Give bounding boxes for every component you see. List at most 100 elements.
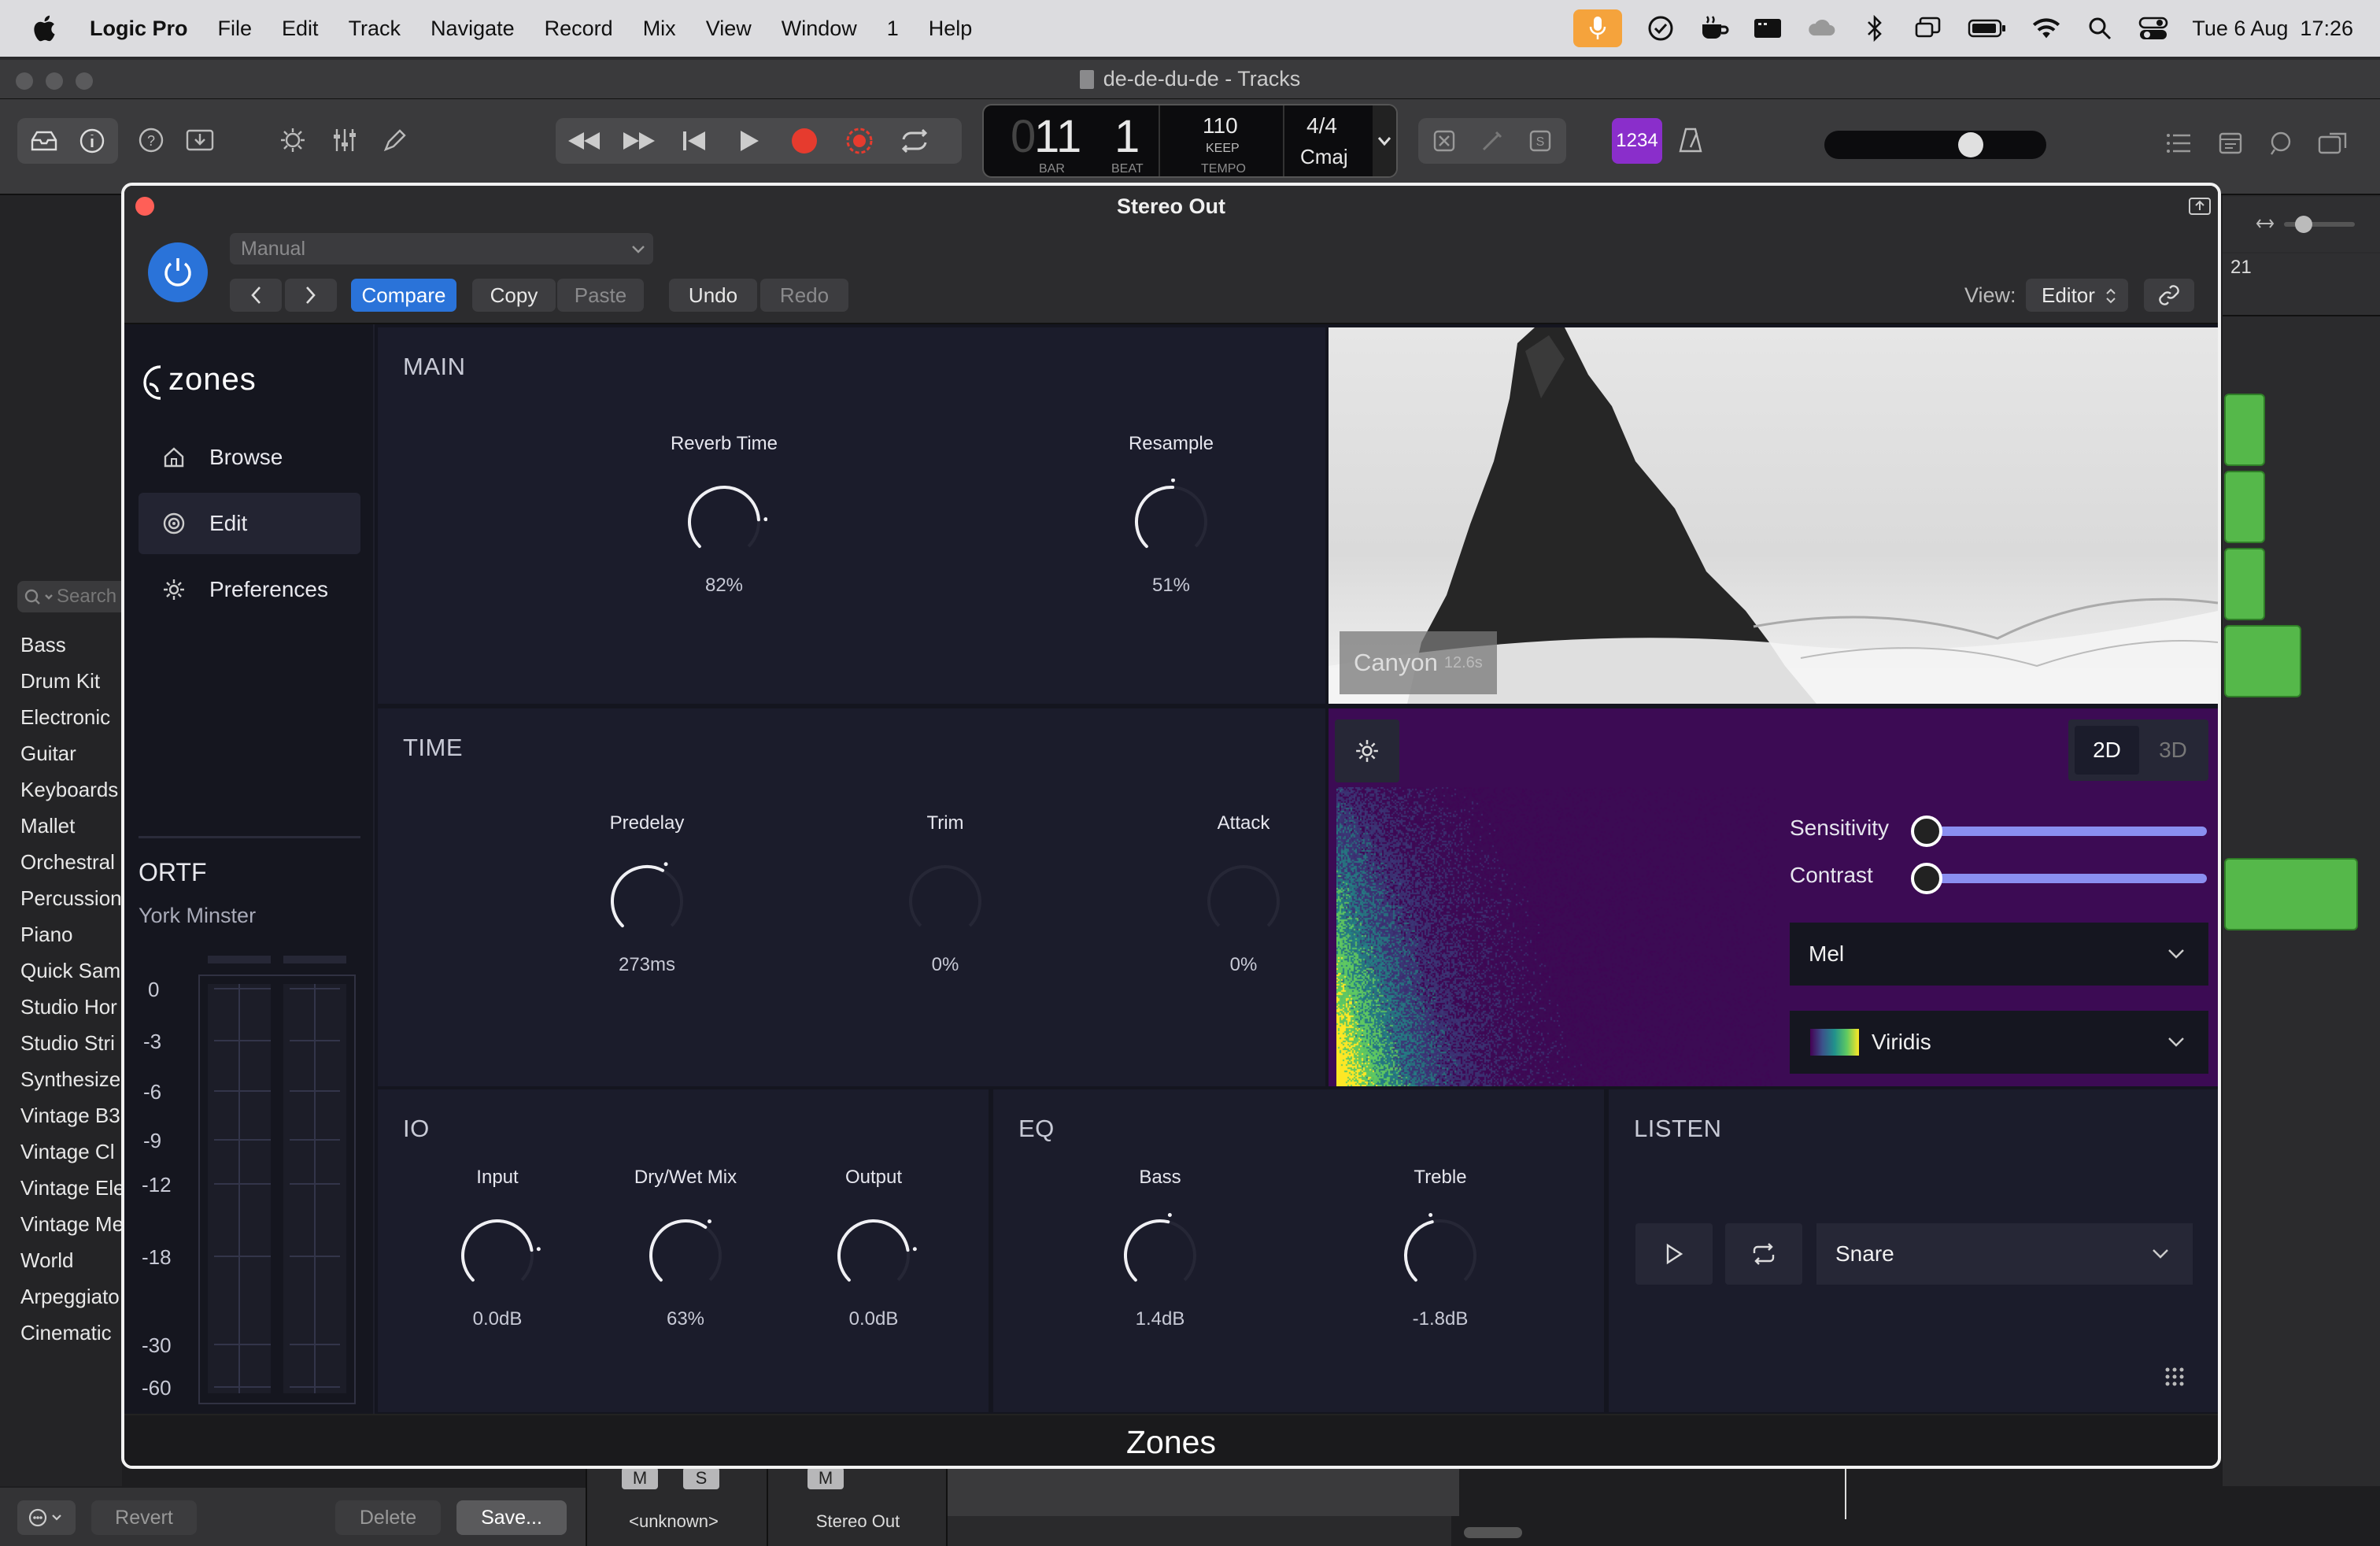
screen-mirroring-icon[interactable] bbox=[1913, 13, 1943, 43]
record-icon[interactable] bbox=[787, 124, 822, 158]
menu-track[interactable]: Track bbox=[349, 17, 401, 41]
zoom-slider-thumb[interactable] bbox=[2295, 216, 2312, 233]
menu-help[interactable]: Help bbox=[929, 17, 973, 41]
predelay-knob[interactable] bbox=[604, 858, 690, 945]
spotlight-search-icon[interactable] bbox=[2085, 13, 2115, 43]
menu-view[interactable]: View bbox=[706, 17, 752, 41]
browser-icon[interactable] bbox=[2315, 126, 2350, 161]
save-button[interactable]: Save... bbox=[456, 1500, 567, 1535]
mixer-icon[interactable] bbox=[327, 123, 362, 157]
dry-wet-knob[interactable] bbox=[642, 1212, 729, 1299]
bluetooth-icon[interactable] bbox=[1860, 13, 1890, 43]
list-editors-icon[interactable] bbox=[2161, 126, 2196, 161]
checkmark-circle-icon[interactable] bbox=[1646, 13, 1676, 43]
sensitivity-slider[interactable] bbox=[1920, 827, 2207, 836]
display-icon[interactable] bbox=[1753, 13, 1783, 43]
plugin-close-button[interactable] bbox=[135, 197, 154, 216]
apple-icon[interactable] bbox=[30, 13, 57, 43]
input-knob[interactable] bbox=[454, 1212, 541, 1299]
count-in-button[interactable]: 1234 bbox=[1612, 118, 1662, 164]
menu-edit[interactable]: Edit bbox=[282, 17, 319, 41]
library-item[interactable]: Quick Sam bbox=[20, 959, 120, 983]
track-region[interactable] bbox=[2224, 394, 2265, 466]
revert-button[interactable]: Revert bbox=[91, 1500, 197, 1535]
replace-icon[interactable] bbox=[1429, 124, 1460, 158]
track-region[interactable] bbox=[2224, 625, 2301, 697]
quick-help-icon[interactable]: ? bbox=[134, 123, 168, 157]
library-item[interactable]: Orchestral bbox=[20, 850, 115, 875]
editors-pencil-icon[interactable] bbox=[378, 123, 412, 157]
window-zoom-button[interactable] bbox=[76, 72, 93, 90]
coffee-cup-icon[interactable] bbox=[1699, 13, 1729, 43]
library-item[interactable]: Drum Kit bbox=[20, 669, 100, 693]
frequency-scale-select[interactable]: Mel bbox=[1790, 923, 2208, 986]
notepad-icon[interactable] bbox=[2213, 126, 2248, 161]
library-item[interactable]: Synthesize bbox=[20, 1067, 120, 1092]
wifi-icon[interactable] bbox=[2031, 13, 2061, 43]
lcd-chevron-down-icon[interactable] bbox=[1377, 135, 1391, 146]
treble-knob[interactable] bbox=[1397, 1212, 1484, 1299]
download-icon[interactable] bbox=[183, 123, 217, 157]
plugin-expand-icon[interactable] bbox=[2188, 197, 2212, 216]
output-knob[interactable] bbox=[830, 1212, 917, 1299]
window-close-button[interactable] bbox=[16, 72, 33, 90]
resize-grip-icon[interactable] bbox=[2164, 1367, 2185, 1387]
copy-button[interactable]: Copy bbox=[472, 279, 556, 312]
library-item[interactable]: Vintage Cl bbox=[20, 1140, 115, 1164]
previous-preset-button[interactable] bbox=[230, 279, 282, 312]
master-volume-thumb[interactable] bbox=[1958, 132, 1983, 157]
battery-icon[interactable] bbox=[1967, 13, 2008, 43]
library-actions-button[interactable] bbox=[17, 1500, 76, 1535]
library-item[interactable]: Percussion bbox=[20, 886, 122, 911]
library-item[interactable]: Piano bbox=[20, 923, 73, 947]
next-preset-button[interactable] bbox=[285, 279, 337, 312]
library-item[interactable]: Vintage Ele bbox=[20, 1176, 125, 1200]
plugin-power-button[interactable] bbox=[148, 242, 208, 302]
paste-button[interactable]: Paste bbox=[557, 279, 644, 312]
reverb-time-knob[interactable] bbox=[681, 479, 767, 565]
loop-browser-icon[interactable] bbox=[2264, 126, 2298, 161]
cycle-icon[interactable] bbox=[897, 124, 932, 158]
fast-forward-icon[interactable] bbox=[622, 124, 656, 158]
menu-1[interactable]: 1 bbox=[887, 17, 899, 41]
library-item[interactable]: Mallet bbox=[20, 814, 75, 838]
contrast-slider-thumb[interactable] bbox=[1911, 863, 1942, 894]
track-region[interactable] bbox=[2224, 471, 2265, 543]
microphone-icon[interactable] bbox=[1573, 9, 1623, 47]
solo-icon[interactable]: S bbox=[1524, 124, 1555, 158]
library-item[interactable]: Vintage B3 bbox=[20, 1104, 120, 1128]
library-icon[interactable] bbox=[28, 124, 59, 158]
library-item[interactable]: Arpeggiato bbox=[20, 1285, 120, 1309]
track-region[interactable] bbox=[2224, 858, 2358, 930]
control-center-icon[interactable] bbox=[2138, 13, 2168, 43]
attack-knob[interactable] bbox=[1200, 858, 1287, 945]
library-item[interactable]: Cinematic bbox=[20, 1321, 112, 1345]
window-minimize-button[interactable] bbox=[46, 72, 63, 90]
capture-recording-icon[interactable] bbox=[842, 124, 877, 158]
metronome-icon[interactable] bbox=[1673, 123, 1708, 157]
resample-knob[interactable] bbox=[1128, 479, 1214, 565]
nav-browse[interactable]: Browse bbox=[139, 427, 360, 488]
smart-controls-icon[interactable] bbox=[275, 123, 310, 157]
library-item[interactable]: Electronic bbox=[20, 705, 110, 730]
solo-button[interactable]: S bbox=[683, 1467, 719, 1489]
library-item[interactable]: Keyboards bbox=[20, 778, 118, 802]
library-item[interactable]: World bbox=[20, 1248, 73, 1273]
menu-window[interactable]: Window bbox=[782, 17, 857, 41]
delete-button[interactable]: Delete bbox=[335, 1500, 441, 1535]
redo-button[interactable]: Redo bbox=[760, 279, 848, 312]
go-to-beginning-icon[interactable] bbox=[677, 124, 711, 158]
library-item[interactable]: Studio Stri bbox=[20, 1031, 115, 1056]
library-item[interactable]: Studio Hor bbox=[20, 995, 117, 1019]
master-volume-slider[interactable] bbox=[1824, 131, 2046, 159]
rewind-icon[interactable] bbox=[567, 124, 601, 158]
tuner-icon[interactable] bbox=[1477, 124, 1508, 158]
stereo-out-mute-button[interactable]: M bbox=[808, 1467, 844, 1489]
menu-navigate[interactable]: Navigate bbox=[431, 17, 515, 41]
colormap-select[interactable]: Viridis bbox=[1790, 1011, 2208, 1074]
trim-knob[interactable] bbox=[902, 858, 989, 945]
mode-2d-button[interactable]: 2D bbox=[2075, 726, 2139, 775]
menu-record[interactable]: Record bbox=[545, 17, 613, 41]
horizontal-zoom-icon[interactable] bbox=[2256, 216, 2275, 231]
contrast-slider[interactable] bbox=[1920, 874, 2207, 883]
